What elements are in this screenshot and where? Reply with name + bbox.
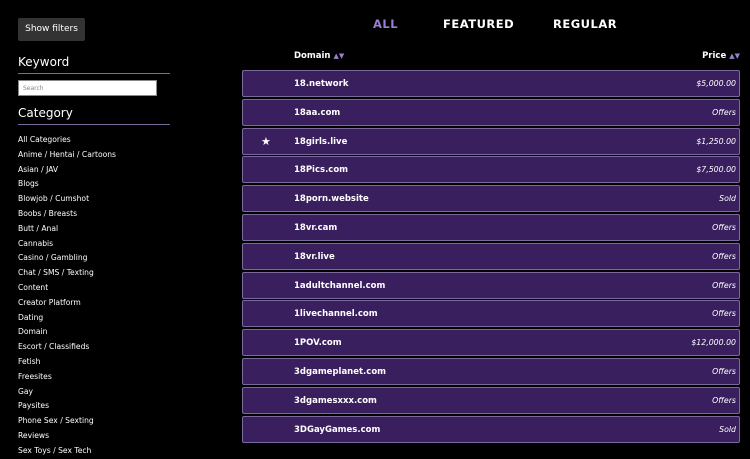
table-row[interactable]: 1livechannel.com Offers [242,300,740,328]
domain-price: Sold [719,424,736,434]
domain-name[interactable]: 3dgamesxxx.com [294,396,377,406]
category-item[interactable]: Creator Platform [18,296,116,311]
category-heading: Category [18,106,170,125]
price-column-header[interactable]: Price ▲▼ [702,51,740,61]
category-item[interactable]: Blowjob / Cumshot [18,192,116,207]
table-row[interactable]: 1adultchannel.com Offers [242,271,740,299]
domain-name[interactable]: 18Pics.com [294,165,348,175]
tab-featured[interactable]: FEATURED [443,17,514,31]
price-header-label: Price [702,51,727,61]
domain-column-header[interactable]: Domain ▲▼ [294,51,344,61]
domain-name[interactable]: 1POV.com [294,338,342,348]
domain-price: Offers [712,309,736,319]
category-item[interactable]: Domain [18,325,116,340]
domain-name[interactable]: 18vr.live [294,252,335,262]
tab-all[interactable]: ALL [373,17,398,31]
category-item[interactable]: Escort / Classifieds [18,340,116,355]
domain-name[interactable]: 3DGayGames.com [294,425,380,435]
category-item[interactable]: Phone Sex / Sexting [18,414,116,429]
table-row[interactable]: 18Pics.com $7,500.00 [242,156,740,184]
category-item[interactable]: Boobs / Breasts [18,207,116,222]
category-item[interactable]: Blogs [18,177,116,192]
domain-price: Offers [712,223,736,232]
domain-name[interactable]: 18girls.live [294,137,347,147]
domain-header-label: Domain [294,51,331,61]
table-row[interactable]: 3DGayGames.com Sold [242,415,740,443]
table-row[interactable]: 18vr.cam Offers [242,214,740,241]
table-row[interactable]: 1POV.com $12,000.00 [242,329,740,357]
category-item[interactable]: Sex Toys / Sex Tech [18,444,116,459]
category-item[interactable]: Reviews [18,429,116,444]
domain-name[interactable]: 18vr.cam [294,223,337,233]
table-row[interactable]: 18vr.live Offers [242,242,740,270]
category-item[interactable]: Anime / Hentai / Cartoons [18,148,116,163]
category-item[interactable]: Fetish [18,355,116,370]
star-icon: ★ [261,134,271,148]
keyword-heading: Keyword [18,55,170,74]
domain-price: Offers [712,395,736,405]
domain-price: $1,250.00 [696,136,736,146]
category-item[interactable]: All Categories [18,133,116,148]
category-item[interactable]: Butt / Anal [18,222,116,237]
price-sort-icon[interactable]: ▲▼ [729,52,740,60]
domain-price: Offers [712,107,736,117]
domain-name[interactable]: 1livechannel.com [294,309,378,319]
category-item[interactable]: Content [18,281,116,296]
table-row[interactable]: 3dgameplanet.com Offers [242,358,740,385]
category-item[interactable]: Chat / SMS / Texting [18,266,116,281]
domain-name[interactable]: 3dgameplanet.com [294,367,386,377]
category-item[interactable]: Asian / JAV [18,163,116,178]
category-list: All Categories Anime / Hentai / Cartoons A… [18,133,116,459]
domain-sort-icon[interactable]: ▲▼ [333,52,344,60]
domain-price: Sold [719,194,736,204]
category-item[interactable]: Paysites [18,399,116,414]
domain-price: $5,000.00 [696,79,736,88]
keyword-search-input[interactable] [18,80,157,96]
domain-price: Offers [712,251,736,261]
category-item[interactable]: Cannabis [18,237,116,252]
category-item[interactable]: Freesites [18,370,116,385]
domain-name[interactable]: 18.network [294,79,348,89]
listing-tabs: ALL FEATURED REGULAR [0,17,750,33]
table-row[interactable]: 18aa.com Offers [242,98,740,126]
domain-name[interactable]: 18aa.com [294,108,340,118]
domain-name[interactable]: 1adultchannel.com [294,281,385,291]
table-row[interactable]: 3dgamesxxx.com Offers [242,386,740,414]
domain-price: $7,500.00 [696,165,736,175]
table-row[interactable]: 18.network $5,000.00 [242,70,740,97]
table-row[interactable]: 18porn.website Sold [242,185,740,213]
table-row[interactable]: ★ 18girls.live $1,250.00 [242,127,740,155]
tab-regular[interactable]: REGULAR [553,17,617,31]
domain-price: Offers [712,367,736,376]
category-item[interactable]: Casino / Gambling [18,251,116,266]
domain-price: $12,000.00 [691,338,736,348]
category-item[interactable]: Dating [18,311,116,326]
category-item[interactable]: Gay [18,385,116,400]
domain-name[interactable]: 18porn.website [294,194,369,204]
table-header: Domain ▲▼ Price ▲▼ [242,51,740,63]
domain-price: Offers [712,280,736,290]
